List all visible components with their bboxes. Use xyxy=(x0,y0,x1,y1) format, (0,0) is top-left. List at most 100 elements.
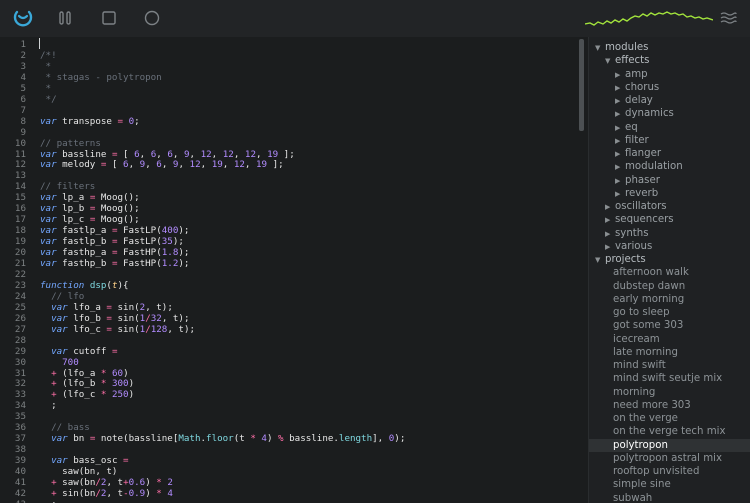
code-line[interactable]: 37 var bn = note(bassline[Math.floor(t *… xyxy=(0,433,588,444)
code-line[interactable]: 43 ; xyxy=(0,499,588,503)
code-line[interactable]: 22 xyxy=(0,269,588,280)
code-line[interactable]: 35 xyxy=(0,411,588,422)
code-line[interactable]: 6 */ xyxy=(0,94,588,105)
code-line[interactable]: 12 var melody = [ 6, 9, 6, 9, 12, 19, 12,… xyxy=(0,159,588,170)
editor-scrollbar[interactable] xyxy=(579,39,584,131)
tree-folder-eq[interactable]: ▶ eq xyxy=(589,121,750,134)
code-line[interactable]: 11 var bassline = [ 6, 6, 6, 9, 12, 12, 1… xyxy=(0,149,588,160)
project-item[interactable]: go to sleep xyxy=(589,306,750,319)
tree-item-label: dynamics xyxy=(625,108,674,120)
code-line[interactable]: 8 var transpose = 0; xyxy=(0,116,588,127)
line-number: 12 xyxy=(14,159,26,171)
code-line[interactable]: 29 var cutoff = xyxy=(0,346,588,357)
code-line[interactable]: 21 var fasthp_b = FastHP(1.2); xyxy=(0,258,588,269)
project-item[interactable]: icecream xyxy=(589,333,750,346)
pause-button[interactable] xyxy=(54,7,76,29)
code-text: ; xyxy=(40,499,57,503)
tree-folder-dynamics[interactable]: ▶ dynamics xyxy=(589,107,750,120)
project-item[interactable]: rooftop unvisited xyxy=(589,465,750,478)
refresh-button[interactable] xyxy=(12,7,34,29)
tree-folder-phaser[interactable]: ▶ phaser xyxy=(589,174,750,187)
project-item[interactable]: polytropon xyxy=(589,438,750,452)
tree-folder-modules[interactable]: ▼ modules xyxy=(589,41,750,54)
record-icon xyxy=(144,10,160,26)
code-line[interactable]: 38 xyxy=(0,444,588,455)
line-number: 13 xyxy=(14,170,26,182)
tree-folder-reverb[interactable]: ▶ reverb xyxy=(589,187,750,200)
code-line[interactable]: 15 var lp_a = Moog(); xyxy=(0,192,588,203)
code-line[interactable]: 39 var bass_osc = xyxy=(0,455,588,466)
tree-folder-chorus[interactable]: ▶ chorus xyxy=(589,81,750,94)
project-item[interactable]: on the verge tech mix xyxy=(589,425,750,438)
code-line[interactable]: 19 var fastlp_b = FastLP(35); xyxy=(0,236,588,247)
project-item[interactable]: polytropon astral mix xyxy=(589,452,750,465)
tree-folder-modulation[interactable]: ▶ modulation xyxy=(589,160,750,173)
project-item[interactable]: mind swift xyxy=(589,359,750,372)
line-number: 43 xyxy=(0,499,26,503)
project-item[interactable]: morning xyxy=(589,386,750,399)
code-line[interactable]: 30 700 xyxy=(0,357,588,368)
code-line[interactable]: 34 ; xyxy=(0,400,588,411)
tree-item-label: go to sleep xyxy=(613,307,670,318)
project-item[interactable]: on the verge xyxy=(589,412,750,425)
tree-folder-sequencers[interactable]: ▶ sequencers xyxy=(589,213,750,226)
code-line[interactable]: 42 + sin(bn/2, t-0.9) * 4 xyxy=(0,488,588,499)
tree-folder-projects[interactable]: ▼ projects xyxy=(589,253,750,266)
tree-item-label: phaser xyxy=(625,174,660,186)
code-line[interactable]: 33 + (lfo_c * 250) xyxy=(0,389,588,400)
tree-folder-various[interactable]: ▶ various xyxy=(589,240,750,253)
code-line[interactable]: 9 xyxy=(0,127,588,138)
project-item[interactable]: subwah xyxy=(589,492,750,503)
tree-folder-synths[interactable]: ▶ synths xyxy=(589,227,750,240)
code-line[interactable]: 24 // lfo xyxy=(0,291,588,302)
project-item[interactable]: dubstep dawn xyxy=(589,280,750,293)
code-line[interactable]: 32 + (lfo_b * 300) xyxy=(0,378,588,389)
tree-item-label: flanger xyxy=(625,148,662,159)
project-item[interactable]: mind swift seutje mix xyxy=(589,372,750,385)
code-line[interactable]: 3 * xyxy=(0,61,588,72)
tree-item-label: delay xyxy=(625,95,653,106)
code-text: saw(bn, t) xyxy=(40,466,118,478)
caret-right-icon: ▶ xyxy=(615,189,621,198)
code-line[interactable]: 10 // patterns xyxy=(0,138,588,149)
project-item[interactable]: early morning xyxy=(589,293,750,306)
code-line[interactable]: 14 // filters xyxy=(0,181,588,192)
code-line[interactable]: 5 * xyxy=(0,83,588,94)
tree-folder-amp[interactable]: ▶ amp xyxy=(589,68,750,81)
code-line[interactable]: 41 + saw(bn/2, t+0.6) * 2 xyxy=(0,477,588,488)
code-line[interactable]: 4 * stagas - polytropon xyxy=(0,72,588,83)
tree-folder-filter[interactable]: ▶ filter xyxy=(589,134,750,147)
code-line[interactable]: 20 var fasthp_a = FastHP(1.8); xyxy=(0,247,588,258)
line-number: 15 xyxy=(14,192,26,204)
stop-button[interactable] xyxy=(98,7,120,29)
code-line[interactable]: 31 + (lfo_a * 60) xyxy=(0,368,588,379)
tree-folder-flanger[interactable]: ▶ flanger xyxy=(589,147,750,160)
code-line[interactable]: 27 var lfo_c = sin(1/128, t); xyxy=(0,324,588,335)
code-line[interactable]: 26 var lfo_b = sin(1/32, t); xyxy=(0,313,588,324)
tree-folder-oscillators[interactable]: ▶ oscillators xyxy=(589,200,750,213)
project-item[interactable]: late morning xyxy=(589,346,750,359)
code-line[interactable]: 17 var lp_c = Moog(); xyxy=(0,214,588,225)
code-line[interactable]: 1 xyxy=(0,39,588,50)
project-item[interactable]: need more 303 xyxy=(589,399,750,412)
code-line[interactable]: 7 xyxy=(0,105,588,116)
project-item[interactable]: got some 303 xyxy=(589,319,750,332)
code-line[interactable]: 28 xyxy=(0,335,588,346)
code-editor[interactable]: 1 2/*! 3 * 4 * stagas - polytropon 5 * 6 */7 8… xyxy=(0,37,588,503)
tree-folder-delay[interactable]: ▶ delay xyxy=(589,94,750,107)
record-button[interactable] xyxy=(141,7,163,29)
code-line[interactable]: 13 xyxy=(0,170,588,181)
code-line[interactable]: 2 /*! xyxy=(0,50,588,61)
code-line[interactable]: 25 var lfo_a = sin(2, t); xyxy=(0,302,588,313)
stop-icon xyxy=(102,11,116,25)
code-line[interactable]: 16 var lp_b = Moog(); xyxy=(0,203,588,214)
line-number: 23 xyxy=(14,279,26,291)
menu-button[interactable] xyxy=(717,7,739,29)
project-item[interactable]: afternoon walk xyxy=(589,266,750,279)
code-line[interactable]: 18 var fastlp_a = FastLP(400); xyxy=(0,225,588,236)
code-line[interactable]: 40 saw(bn, t) xyxy=(0,466,588,477)
code-line[interactable]: 23 function dsp(t){ xyxy=(0,280,588,291)
code-line[interactable]: 36 // bass xyxy=(0,422,588,433)
tree-folder-effects[interactable]: ▼ effects xyxy=(589,54,750,67)
project-item[interactable]: simple sine xyxy=(589,478,750,491)
